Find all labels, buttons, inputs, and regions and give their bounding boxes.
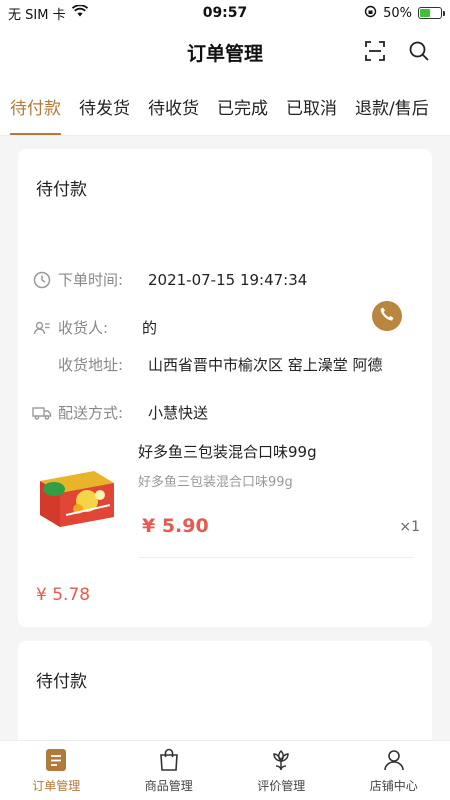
battery-icon bbox=[418, 7, 445, 19]
bag-icon bbox=[156, 747, 182, 773]
carrier-label: 无 SIM 卡 bbox=[8, 7, 66, 23]
delivery-label: 配送方式: bbox=[58, 404, 124, 422]
product-spec: 好多鱼三包装混合口味99g bbox=[138, 475, 293, 490]
address-value: 山西省晋中市榆次区 窑上澡堂 阿德 bbox=[148, 356, 383, 374]
order-time-row: 下单时间: 2021-07-15 19:47:34 bbox=[32, 269, 307, 290]
order-status-tabs: 待付款 待发货 待收货 已完成 已取消 退款/售后 bbox=[0, 78, 450, 136]
status-bar: 无 SIM 卡 09:57 50% bbox=[0, 0, 450, 26]
nav-reviews-label: 评价管理 bbox=[257, 779, 306, 793]
product-quantity: ×1 bbox=[399, 519, 420, 535]
receiver-row: 收货人: 的 bbox=[32, 317, 157, 338]
person-card-icon bbox=[32, 318, 52, 338]
tab-refund-aftersale[interactable]: 退款/售后 bbox=[355, 78, 429, 135]
clock-icon bbox=[32, 270, 52, 290]
tab-completed[interactable]: 已完成 bbox=[217, 78, 268, 135]
status-time: 09:57 bbox=[202, 5, 248, 21]
battery-percent: 50% bbox=[383, 5, 412, 21]
delivery-row: 配送方式: 小慧快送 bbox=[32, 402, 208, 423]
nav-reviews[interactable]: 评价管理 bbox=[225, 741, 338, 800]
order-total: ¥ 5.78 bbox=[36, 585, 91, 605]
tab-pending-payment[interactable]: 待付款 bbox=[10, 78, 61, 135]
order-card[interactable]: 待付款 bbox=[18, 641, 432, 740]
tab-cancelled[interactable]: 已取消 bbox=[286, 78, 337, 135]
nav-store-center[interactable]: 店铺中心 bbox=[338, 741, 450, 800]
order-status: 待付款 bbox=[36, 672, 87, 692]
product-name: 好多鱼三包装混合口味99g bbox=[138, 443, 317, 461]
order-status: 待付款 bbox=[36, 180, 87, 200]
user-icon bbox=[381, 747, 407, 773]
address-label: 收货地址: bbox=[58, 356, 124, 374]
search-icon[interactable] bbox=[406, 38, 432, 64]
call-button[interactable] bbox=[372, 301, 402, 331]
truck-icon bbox=[32, 403, 52, 423]
order-time-value: 2021-07-15 19:47:34 bbox=[148, 270, 308, 289]
product-price: ¥ 5.90 bbox=[142, 515, 209, 537]
flower-icon bbox=[268, 747, 294, 773]
battery-level-fill bbox=[420, 9, 430, 17]
delivery-value: 小慧快送 bbox=[148, 404, 209, 422]
header: 订单管理 bbox=[0, 26, 450, 78]
order-card[interactable]: 待付款 下单时间: 2021-07-15 19:47:34 收货人: 的 收货地… bbox=[18, 149, 432, 627]
order-time-label: 下单时间: bbox=[58, 271, 124, 289]
tab-pending-shipment[interactable]: 待发货 bbox=[79, 78, 130, 135]
address-row: 收货地址: 山西省晋中市榆次区 窑上澡堂 阿德 bbox=[32, 354, 383, 375]
receiver-label: 收货人: bbox=[58, 319, 109, 337]
nav-store-center-label: 店铺中心 bbox=[369, 779, 418, 793]
receiver-value: 的 bbox=[142, 319, 158, 337]
orders-icon bbox=[43, 747, 69, 773]
order-list: 待付款 下单时间: 2021-07-15 19:47:34 收货人: 的 收货地… bbox=[0, 137, 450, 740]
phone-icon bbox=[379, 306, 395, 326]
scan-icon[interactable] bbox=[362, 38, 388, 64]
page-title: 订单管理 bbox=[186, 42, 263, 65]
nav-orders-label: 订单管理 bbox=[32, 779, 81, 793]
nav-products-label: 商品管理 bbox=[144, 779, 193, 793]
divider bbox=[138, 557, 414, 558]
bottom-nav: 订单管理 商品管理 评价管理 店铺中心 bbox=[0, 740, 450, 800]
wifi-icon bbox=[71, 4, 88, 21]
nav-orders[interactable]: 订单管理 bbox=[0, 741, 113, 800]
tab-pending-receipt[interactable]: 待收货 bbox=[148, 78, 199, 135]
orientation-lock-icon bbox=[364, 5, 377, 22]
nav-products[interactable]: 商品管理 bbox=[113, 741, 226, 800]
product-image[interactable] bbox=[32, 459, 122, 531]
